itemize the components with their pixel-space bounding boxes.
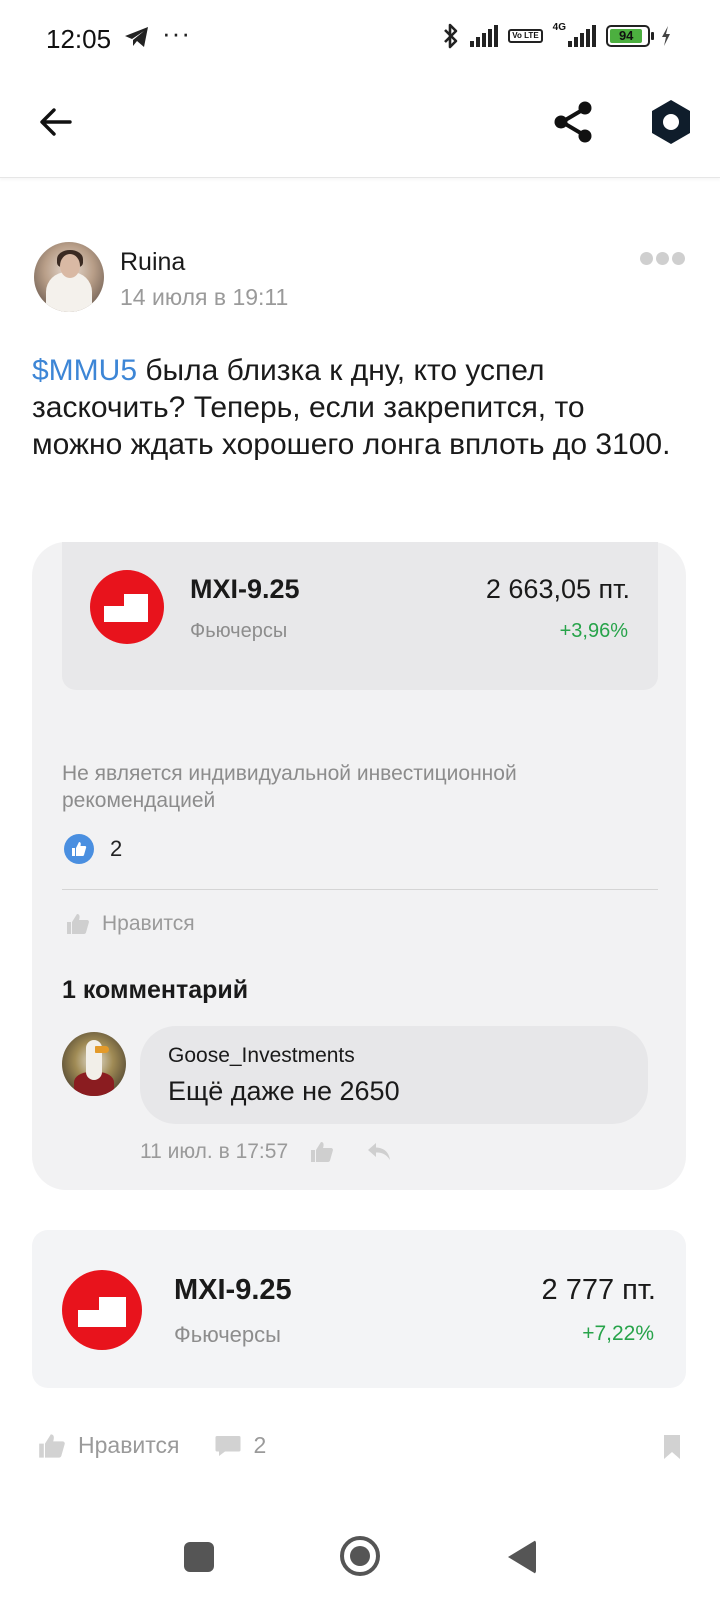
status-icons: Vo LTE 4G 94 (442, 22, 672, 50)
post-comments-count: 2 (253, 1432, 267, 1458)
instrument-type: Фьючерсы (190, 620, 288, 642)
nav-back-icon[interactable] (508, 1540, 536, 1574)
post-text: $MMU5 была близка к дну, кто успел заско… (32, 352, 682, 463)
commenter-name[interactable]: Goose_Investments (168, 1044, 355, 1068)
signal-icon (470, 25, 499, 47)
thumbs-up-badge-icon (64, 834, 94, 864)
recent-apps-icon[interactable] (184, 1542, 214, 1572)
status-bar: 12:05 ··· Vo LTE 4G 94 (0, 0, 720, 76)
post-like-label: Нравится (78, 1432, 180, 1458)
post-date: 14 июля в 19:11 (120, 284, 289, 310)
instrument-title: MXI-9.25 (190, 574, 300, 604)
comment-bubble: Goose_Investments Ещё даже не 2650 (140, 1026, 648, 1124)
charging-icon (662, 26, 670, 46)
embedded-post-panel: MXI-9.25 Фьючерсы 2 663,05 пт. +3,96% Не… (32, 542, 686, 1190)
signal-icon-2 (568, 25, 596, 47)
moex-logo-icon (90, 570, 164, 644)
author-name[interactable]: Ruina (120, 248, 185, 277)
instrument-price: 2 663,05 пт. (485, 574, 630, 604)
volte-badge: Vo LTE (508, 29, 543, 43)
network-type: 4G (552, 21, 566, 33)
comment-icon (215, 1435, 240, 1456)
comments-title: 1 комментарий (62, 976, 249, 1004)
bookmark-icon[interactable] (662, 1434, 682, 1460)
author-avatar[interactable] (34, 242, 104, 312)
instrument-change: +3,96% (559, 620, 628, 642)
comment-text: Ещё даже не 2650 (168, 1076, 400, 1106)
moex-logo-icon (62, 1270, 142, 1350)
more-options-icon[interactable] (640, 252, 685, 265)
bluetooth-icon (444, 23, 458, 49)
likes-count: 2 (110, 836, 123, 861)
instrument-price: 2 777 пт. (541, 1274, 656, 1306)
telegram-icon (125, 27, 148, 47)
ticker-link[interactable]: $MMU5 (32, 354, 137, 387)
disclaimer-text: Не является индивидуальной инвестиционно… (62, 762, 517, 812)
settings-icon[interactable] (648, 98, 694, 146)
thumbs-up-icon (39, 1433, 65, 1458)
post-like-button[interactable]: Нравится (38, 1432, 180, 1459)
reply-icon[interactable] (366, 1141, 392, 1163)
status-time: 12:05 (46, 24, 112, 54)
instrument-change: +7,22% (582, 1322, 654, 1345)
comment-meta: 11 июл. в 17:57 (140, 1140, 392, 1164)
comment-like-icon[interactable] (310, 1141, 334, 1163)
home-icon[interactable] (340, 1536, 380, 1576)
commenter-avatar[interactable] (62, 1032, 126, 1096)
embedded-quote-card[interactable]: MXI-9.25 Фьючерсы 2 663,05 пт. +3,96% (62, 542, 658, 690)
like-label: Нравится (102, 912, 195, 935)
share-icon[interactable] (552, 100, 596, 144)
app-bar (0, 76, 720, 178)
status-overflow-icon: ··· (162, 18, 191, 48)
battery-level: 94 (610, 29, 643, 43)
post-actions: Нравится 2 (38, 1432, 300, 1459)
post-comments-button[interactable]: 2 (214, 1432, 267, 1459)
likes-summary[interactable]: 2 (64, 834, 122, 864)
battery-icon: 94 (606, 25, 654, 47)
like-button[interactable]: Нравится (66, 912, 195, 936)
instrument-title: MXI-9.25 (174, 1274, 292, 1306)
instrument-card[interactable]: MXI-9.25 Фьючерсы 2 777 пт. +7,22% (32, 1230, 686, 1388)
comment-date: 11 июл. в 17:57 (140, 1140, 289, 1163)
thumbs-up-icon (67, 914, 89, 934)
instrument-type: Фьючерсы (174, 1322, 281, 1347)
divider (62, 889, 658, 890)
system-nav-bar (0, 1500, 720, 1600)
back-arrow-icon[interactable] (36, 102, 76, 142)
